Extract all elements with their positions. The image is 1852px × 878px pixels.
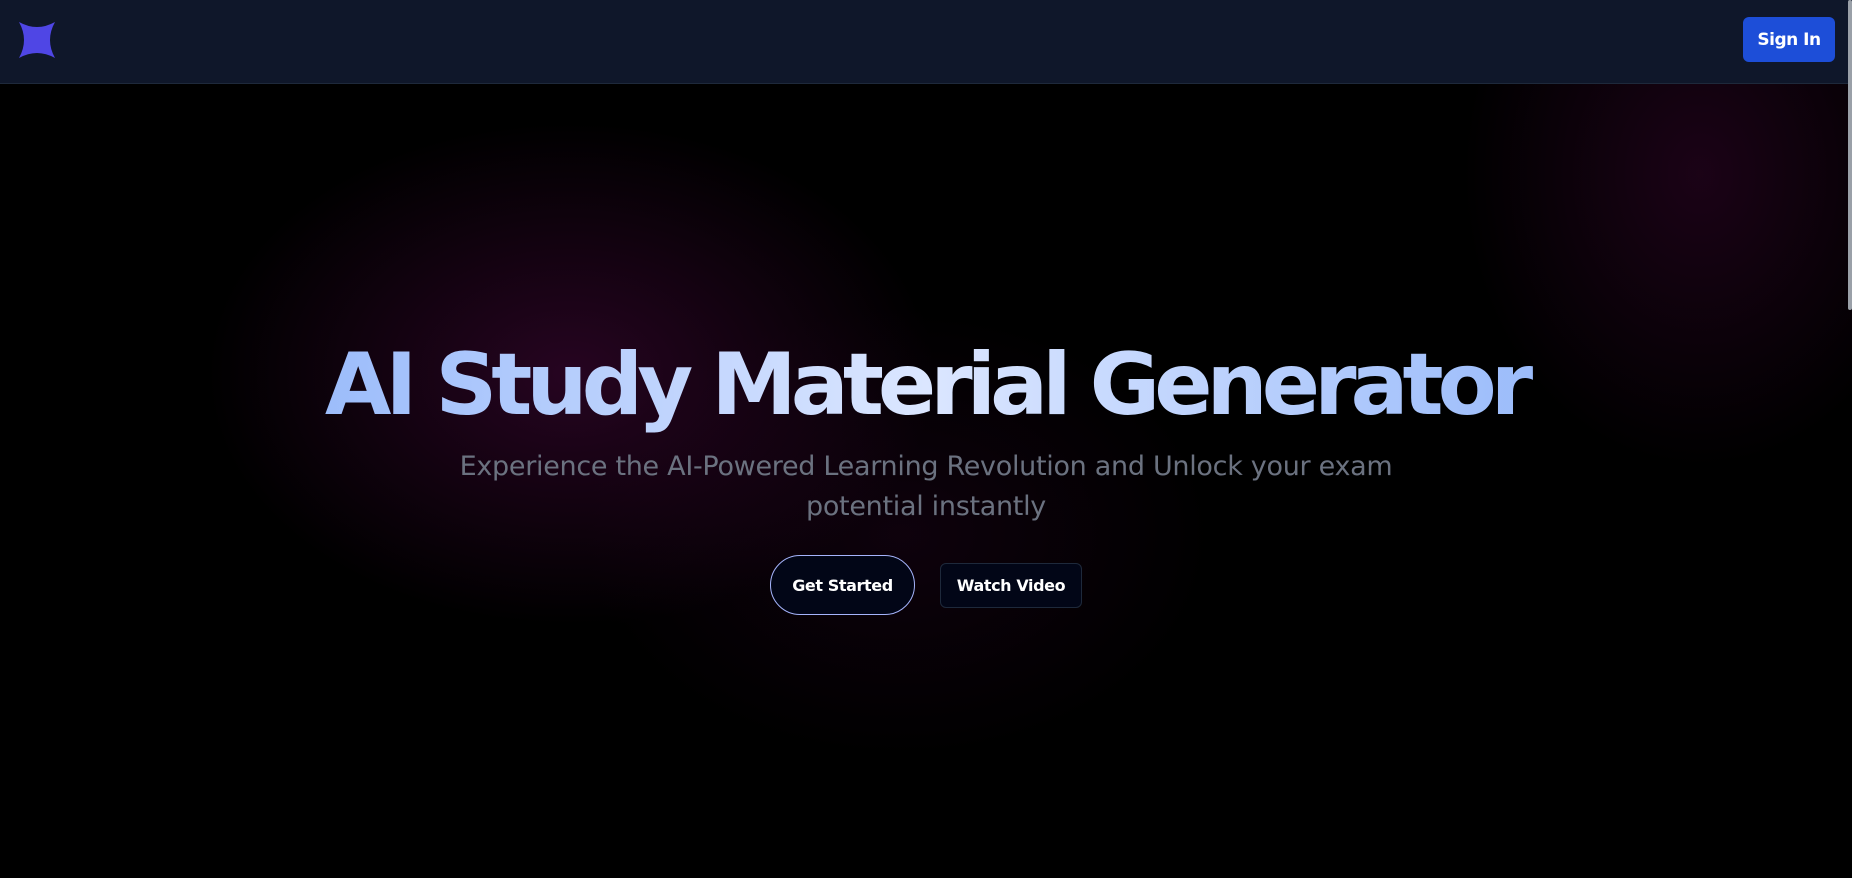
scrollbar-thumb[interactable] (1848, 0, 1852, 310)
logo-icon[interactable] (18, 21, 56, 59)
sign-in-button[interactable]: Sign In (1743, 17, 1835, 62)
watch-video-button[interactable]: Watch Video (940, 563, 1082, 608)
hero-subtitle: Experience the AI-Powered Learning Revol… (459, 451, 1393, 522)
get-started-button[interactable]: Get Started (770, 555, 915, 615)
landing-page: Sign In AI Study Material Generator Expe… (0, 0, 1852, 878)
navbar: Sign In (0, 0, 1852, 84)
four-point-star-icon (19, 22, 55, 58)
hero-title: AI Study Material Generator (0, 335, 1852, 435)
hero-section: AI Study Material Generator Experience t… (0, 84, 1852, 878)
